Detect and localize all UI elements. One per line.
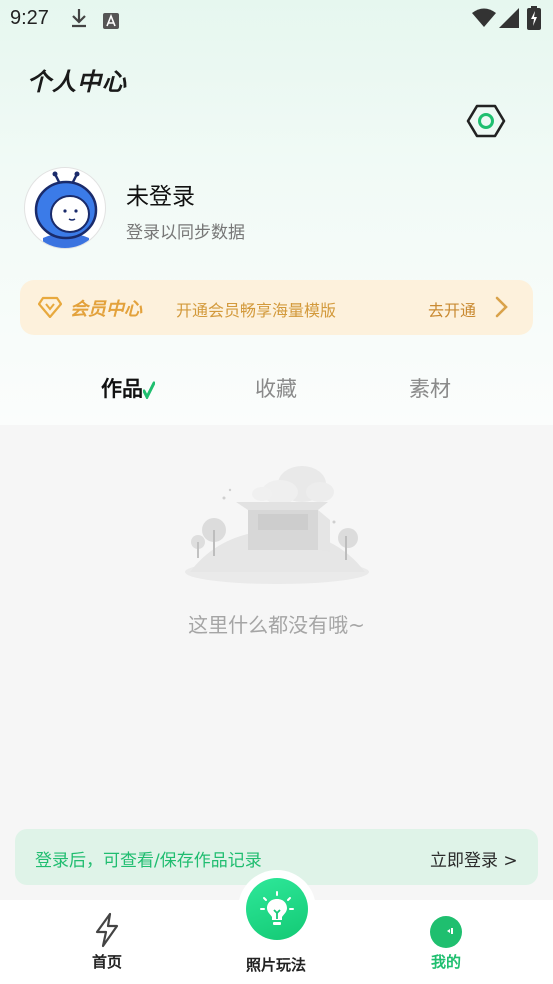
lightning-icon — [93, 912, 121, 952]
nav-label-mine: 我的 — [430, 953, 461, 971]
nav-label-photo-play[interactable]: 照片玩法 — [226, 954, 326, 975]
photo-play-button[interactable] — [238, 870, 316, 948]
status-time: 9:27 — [10, 7, 49, 29]
profile-face-icon — [430, 916, 462, 948]
chevron-right-icon — [494, 296, 508, 322]
signal-icon — [499, 8, 519, 33]
vip-center-bar[interactable]: 会员中心 开通会员畅享海量模版 去开通 — [20, 280, 533, 335]
login-prompt-text: 登录后，可查看/保存作品记录 — [35, 851, 262, 871]
active-tab-check-icon — [142, 381, 156, 403]
app-notification-icon — [103, 10, 119, 34]
settings-icon — [466, 104, 506, 138]
content-tabs: 作品 收藏 素材 — [0, 365, 553, 415]
avatar[interactable] — [24, 167, 106, 249]
vip-title: 会员中心 — [70, 299, 142, 320]
diamond-icon — [37, 296, 63, 322]
page-title: 个人中心 — [27, 68, 127, 96]
login-now-link[interactable]: 立即登录 > — [430, 846, 518, 871]
settings-button[interactable] — [466, 101, 506, 141]
nav-item-home[interactable]: 首页 — [67, 900, 147, 984]
user-subtitle: 登录以同步数据 — [126, 223, 245, 243]
lightbulb-icon — [260, 891, 294, 925]
vip-open-link[interactable]: 去开通 — [428, 297, 476, 321]
photo-play-fab — [246, 878, 308, 940]
battery-icon — [527, 6, 541, 35]
user-name[interactable]: 未登录 — [126, 177, 195, 211]
vip-description: 开通会员畅享海量模版 — [176, 301, 337, 320]
empty-state-message: 这里什么都没有哦~ — [188, 613, 365, 637]
tab-favorites[interactable]: 收藏 — [255, 373, 297, 403]
wifi-icon — [472, 8, 496, 33]
tab-materials[interactable]: 素材 — [409, 373, 451, 403]
nav-label-home: 首页 — [91, 953, 122, 971]
empty-box-illustration — [180, 462, 375, 591]
tab-works[interactable]: 作品 — [101, 373, 143, 403]
status-bar: 9:27 — [0, 0, 553, 38]
download-icon — [70, 8, 88, 33]
nav-item-mine[interactable]: 我的 — [406, 900, 486, 984]
